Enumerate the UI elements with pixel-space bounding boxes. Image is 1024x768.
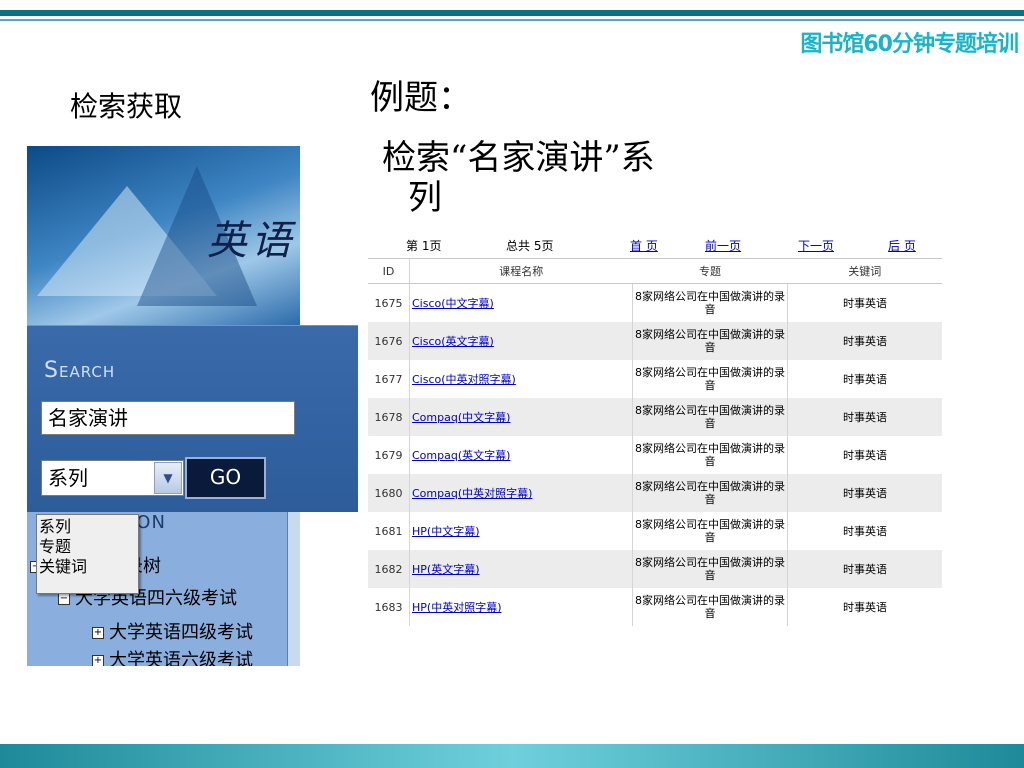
chevron-down-icon[interactable]: ▼ — [154, 462, 182, 494]
row-id: 1678 — [368, 398, 410, 436]
column-header-id: ID — [368, 258, 410, 284]
bottom-band — [0, 744, 1024, 768]
row-id: 1675 — [368, 283, 410, 322]
table-row: 1681 HP(中文字幕) 8家网络公司在中国做演讲的录音 时事英语 — [368, 512, 942, 550]
row-keyword: 时事英语 — [787, 550, 942, 588]
table-row: 1676 Cisco(英文字幕) 8家网络公司在中国做演讲的录音 时事英语 — [368, 322, 942, 360]
expand-icon[interactable]: + — [92, 627, 104, 639]
course-link[interactable]: HP(中文字幕) — [412, 525, 480, 538]
course-link[interactable]: Cisco(中英对照字幕) — [412, 373, 516, 386]
row-topic: 8家网络公司在中国做演讲的录音 — [632, 436, 788, 474]
column-header-name: 课程名称 — [409, 258, 633, 284]
total-pages: 总共 5页 — [506, 239, 554, 253]
next-page-link[interactable]: 下一页 — [798, 237, 834, 254]
column-header-keyword: 关键词 — [787, 258, 942, 284]
course-link[interactable]: HP(中英对照字幕) — [412, 601, 502, 614]
last-page-link[interactable]: 后 页 — [888, 237, 916, 254]
row-keyword: 时事英语 — [843, 449, 887, 462]
table-row: 1683 HP(中英对照字幕) 8家网络公司在中国做演讲的录音 时事英语 — [368, 588, 942, 626]
row-topic: 8家网络公司在中国做演讲的录音 — [632, 588, 788, 626]
row-keyword: 时事英语 — [787, 322, 942, 360]
row-topic: 8家网络公司在中国做演讲的录音 — [632, 360, 788, 398]
go-button[interactable]: GO — [185, 457, 266, 499]
table-row: 1682 HP(英文字幕) 8家网络公司在中国做演讲的录音 时事英语 — [368, 550, 942, 588]
tree-item-cet4[interactable]: + 大学英语四级考试 — [92, 618, 253, 644]
dropdown-option-topic[interactable]: 专题 — [39, 537, 136, 557]
row-keyword: 时事英语 — [787, 474, 942, 512]
search-type-dropdown: 系列 专题 关键词 — [36, 514, 139, 594]
tree-item-cet6[interactable]: + 大学英语六级考试 — [92, 646, 253, 666]
row-id: 1676 — [368, 322, 410, 360]
row-keyword: 时事英语 — [843, 601, 887, 614]
task-description-line2: 列 — [408, 178, 442, 218]
row-keyword: 时事英语 — [843, 373, 887, 386]
table-row: 1678 Compaq(中文字幕) 8家网络公司在中国做演讲的录音 时事英语 — [368, 398, 942, 436]
dropdown-option-keyword[interactable]: 关键词 — [39, 557, 136, 577]
row-id: 1683 — [368, 588, 410, 626]
results-table: 第 1页 总共 5页 首 页 前一页 下一页 后 页 ID 课程名称 专题 关键… — [368, 231, 942, 626]
example-title: 例题： — [370, 78, 472, 118]
row-keyword: 时事英语 — [787, 398, 942, 436]
row-topic: 8家网络公司在中国做演讲的录音 — [632, 322, 788, 360]
first-page-link[interactable]: 首 页 — [630, 237, 658, 254]
top-rule-thin — [0, 19, 1024, 21]
course-link[interactable]: HP(英文字幕) — [412, 563, 480, 576]
course-link[interactable]: Compaq(英文字幕) — [412, 449, 510, 462]
table-row: 1675 Cisco(中文字幕) 8家网络公司在中国做演讲的录音 时事英语 — [368, 283, 942, 322]
table-header-row: ID 课程名称 专题 关键词 — [368, 258, 942, 284]
row-topic: 8家网络公司在中国做演讲的录音 — [632, 283, 788, 322]
row-id: 1680 — [368, 474, 410, 512]
site-banner: 英语 — [27, 146, 300, 326]
prev-page-link[interactable]: 前一页 — [705, 237, 741, 254]
pagination: 第 1页 总共 5页 首 页 前一页 下一页 后 页 — [368, 231, 942, 258]
results-grid: ID 课程名称 专题 关键词 1675 Cisco(中文字幕) 8家网络公司在中… — [368, 258, 942, 626]
course-title: 图书馆60分钟专题培训 — [800, 32, 1019, 57]
select-value: 系列 — [48, 466, 88, 490]
dropdown-option-series[interactable]: 系列 — [39, 517, 136, 537]
section-label: 检索获取 — [70, 90, 183, 123]
row-topic: 8家网络公司在中国做演讲的录音 — [632, 398, 788, 436]
row-topic: 8家网络公司在中国做演讲的录音 — [632, 550, 788, 588]
banner-text: 英语 — [207, 218, 295, 264]
search-type-select[interactable]: 系列 ▼ — [41, 460, 184, 496]
row-id: 1677 — [368, 360, 410, 398]
course-link[interactable]: Compaq(中文字幕) — [412, 411, 510, 424]
row-topic: 8家网络公司在中国做演讲的录音 — [632, 512, 788, 550]
search-panel: Search 名家演讲 系列 ▼ GO — [27, 325, 358, 512]
course-link[interactable]: Cisco(中文字幕) — [412, 297, 494, 310]
collapse-icon[interactable]: − — [58, 593, 70, 605]
search-input[interactable]: 名家演讲 — [41, 401, 295, 435]
row-keyword: 时事英语 — [843, 525, 887, 538]
top-rule — [0, 10, 1024, 16]
table-row: 1679 Compaq(英文字幕) 8家网络公司在中国做演讲的录音 时事英语 — [368, 436, 942, 474]
search-heading: Search — [44, 358, 116, 383]
page-indicator: 第 1页 — [406, 239, 442, 253]
column-header-topic: 专题 — [632, 258, 788, 284]
table-row: 1680 Compaq(中英对照字幕) 8家网络公司在中国做演讲的录音 时事英语 — [368, 474, 942, 512]
table-row: 1677 Cisco(中英对照字幕) 8家网络公司在中国做演讲的录音 时事英语 — [368, 360, 942, 398]
row-id: 1679 — [368, 436, 410, 474]
course-link[interactable]: Cisco(英文字幕) — [412, 335, 494, 348]
expand-icon[interactable]: + — [92, 655, 104, 666]
row-id: 1682 — [368, 550, 410, 588]
row-topic: 8家网络公司在中国做演讲的录音 — [632, 474, 788, 512]
row-id: 1681 — [368, 512, 410, 550]
row-keyword: 时事英语 — [843, 297, 887, 310]
course-link[interactable]: Compaq(中英对照字幕) — [412, 487, 532, 500]
